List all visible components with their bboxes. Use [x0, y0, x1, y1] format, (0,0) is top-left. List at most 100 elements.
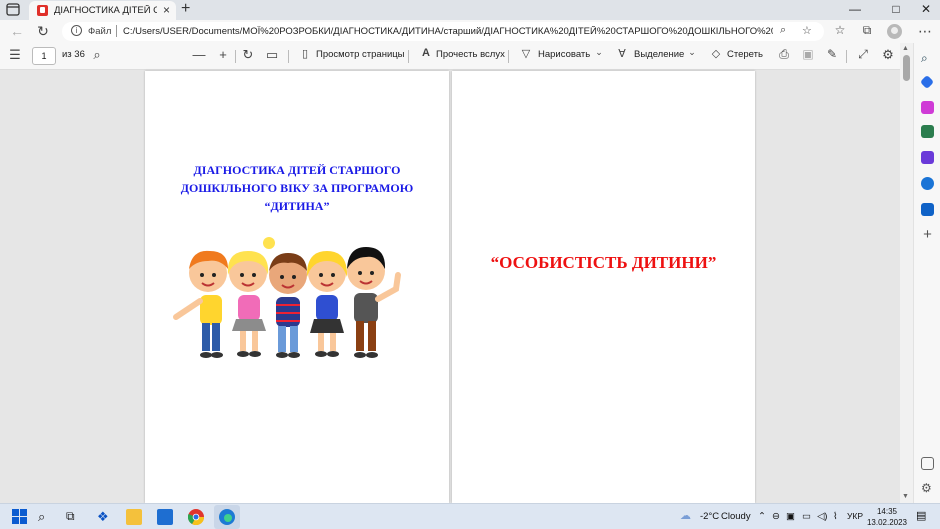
search-icon[interactable]: ⌕ — [921, 51, 934, 65]
collections-icon[interactable]: ⧉ — [858, 23, 876, 38]
scrollbar-thumb[interactable] — [903, 55, 910, 81]
erase-button[interactable]: Стереть — [727, 49, 763, 60]
network-icon[interactable]: ⌇ — [833, 511, 838, 522]
divider — [846, 50, 847, 63]
search-icon[interactable]: ⌕ — [780, 24, 786, 37]
tab-actions-icon[interactable] — [6, 3, 22, 17]
search-icon[interactable]: ⌕ — [38, 509, 54, 525]
divider — [116, 25, 117, 37]
draw-icon[interactable]: ▽ — [518, 47, 534, 60]
file-explorer-icon[interactable] — [126, 509, 142, 525]
windows-start-icon[interactable] — [12, 509, 28, 525]
page-view-button[interactable]: Просмотр страницы — [316, 49, 405, 60]
page-number-input[interactable]: 1 — [32, 47, 56, 65]
scheme-label: Файл — [88, 26, 112, 37]
divider — [508, 50, 509, 63]
zoom-in-button[interactable]: + — [215, 47, 231, 62]
print-icon[interactable]: ⎙ — [776, 47, 792, 62]
divider — [288, 50, 289, 63]
browser-tab-active[interactable]: ДІАГНОСТИКА ДІТЕЙ СТАРШОГ × — [29, 1, 176, 20]
outlook-icon[interactable] — [921, 203, 934, 216]
weather-temp[interactable]: -2°C — [700, 511, 719, 522]
chevron-down-icon[interactable]: ⌄ — [684, 47, 700, 58]
rotate-icon[interactable]: ↻ — [240, 47, 256, 63]
child-figure — [173, 250, 228, 358]
refresh-icon[interactable]: ↻ — [34, 23, 52, 40]
child-figure — [269, 253, 307, 358]
sidebar-settings-icon[interactable]: ⚙ — [921, 481, 934, 495]
page-view-icon[interactable]: ▯ — [297, 47, 313, 60]
minimize-button[interactable]: — — [845, 2, 865, 16]
maximize-button[interactable]: □ — [886, 2, 906, 16]
chevron-up-icon[interactable]: ⌃ — [758, 511, 766, 522]
new-tab-button[interactable]: + — [181, 0, 190, 18]
contents-icon[interactable]: ☰ — [7, 47, 23, 63]
weather-text[interactable]: Cloudy — [721, 511, 751, 522]
windows-taskbar: ⌕ ⧉ ❖ ☁ -2°C Cloudy ⌃ ⊖ ▣ ▭ ◁) ⌇ УКР 14:… — [0, 503, 940, 529]
profile-avatar[interactable] — [887, 24, 902, 39]
navigation-bar: ← ↻ i Файл C:/Users/USER/Documents/МОЇ%2… — [0, 20, 940, 43]
task-view-icon[interactable]: ⧉ — [66, 509, 82, 525]
cloud-icon: ☁ — [680, 510, 691, 522]
edge-drop-icon[interactable] — [921, 177, 934, 190]
eraser-icon[interactable]: ◇ — [708, 47, 724, 60]
pdf-page-2: “ОСОБИСТІСТЬ ДИТИНИ” — [452, 71, 755, 503]
favorites-icon[interactable]: ☆ — [831, 23, 849, 37]
clock-time: 14:35 — [876, 507, 898, 516]
tools-icon[interactable] — [921, 101, 934, 114]
edge-sidebar: ⌕ + ⚙ — [913, 43, 940, 503]
page-total: из 36 — [62, 49, 85, 60]
chrome-icon[interactable] — [187, 509, 205, 526]
favorite-add-icon[interactable]: ☆ — [802, 24, 812, 37]
read-aloud-icon[interactable]: A — [418, 47, 434, 59]
pdf-viewer[interactable]: ДІАГНОСТИКА ДІТЕЙ СТАРШОГО ДОШКІЛЬНОГО В… — [0, 71, 900, 503]
vertical-scrollbar[interactable]: ▲ ▼ — [900, 43, 913, 503]
scroll-down-icon[interactable]: ▼ — [902, 493, 909, 500]
tab-close-icon[interactable]: × — [163, 3, 170, 17]
notification-icon[interactable]: ▤ — [916, 509, 926, 522]
dropbox-icon[interactable]: ❖ — [97, 509, 113, 525]
edge-taskbar-button[interactable] — [214, 505, 240, 529]
tray-icon[interactable]: ▣ — [786, 511, 795, 522]
office-icon[interactable] — [921, 151, 934, 164]
section-title: “ОСОБИСТІСТЬ ДИТИНИ” — [490, 253, 717, 272]
more-menu-icon[interactable]: ⋯ — [916, 23, 934, 40]
find-icon[interactable]: ⌕ — [89, 47, 105, 63]
volume-icon[interactable]: ◁) — [817, 511, 827, 522]
info-icon[interactable]: i — [71, 25, 82, 36]
back-icon[interactable]: ← — [8, 23, 26, 39]
scroll-up-icon[interactable]: ▲ — [902, 45, 909, 52]
tray-icon[interactable]: ⊖ — [772, 511, 780, 522]
pdf-icon — [37, 5, 48, 16]
close-window-button[interactable]: ✕ — [916, 2, 936, 16]
read-aloud-button[interactable]: Прочесть вслух — [436, 49, 505, 60]
add-icon[interactable]: + — [921, 227, 934, 242]
save-icon[interactable]: ▣ — [800, 47, 816, 61]
child-figure — [227, 237, 275, 357]
games-icon[interactable] — [921, 125, 934, 138]
divider — [235, 50, 236, 63]
pdf-toolbar: ☰ 1 из 36 ⌕ — + ↻ ▭ ▯ Просмотр страницы … — [0, 43, 940, 70]
highlight-icon[interactable]: ∀ — [614, 47, 630, 60]
clock[interactable]: 14:35 13.02.2023 — [864, 506, 910, 528]
highlight-button[interactable]: Выделение — [634, 49, 684, 60]
shopping-tag-icon[interactable] — [919, 74, 935, 90]
address-bar[interactable]: i Файл C:/Users/USER/Documents/МОЇ%20РОЗ… — [62, 22, 824, 41]
chevron-down-icon[interactable]: ⌄ — [591, 47, 607, 58]
child-figure — [347, 247, 401, 358]
draw-button[interactable]: Нарисовать — [538, 49, 590, 60]
save-as-icon[interactable]: ✎ — [824, 47, 840, 61]
battery-icon[interactable]: ▭ — [802, 511, 811, 522]
fullscreen-icon[interactable]: ⤢ — [855, 47, 871, 62]
fit-page-icon[interactable]: ▭ — [264, 47, 280, 63]
language-indicator[interactable]: УКР — [847, 511, 863, 521]
mail-icon[interactable] — [157, 509, 173, 525]
pdf-page-1: ДІАГНОСТИКА ДІТЕЙ СТАРШОГО ДОШКІЛЬНОГО В… — [145, 71, 449, 503]
url-text[interactable]: C:/Users/USER/Documents/МОЇ%20РОЗРОБКИ/Д… — [123, 26, 773, 37]
sidebar-panel-icon[interactable] — [921, 457, 934, 470]
tab-strip: ДІАГНОСТИКА ДІТЕЙ СТАРШОГ × + — □ ✕ — [0, 0, 940, 20]
settings-gear-icon[interactable]: ⚙ — [880, 47, 896, 63]
document-title: ДІАГНОСТИКА ДІТЕЙ СТАРШОГО ДОШКІЛЬНОГО В… — [180, 163, 414, 213]
child-figure — [306, 251, 348, 357]
zoom-out-button[interactable]: — — [191, 47, 207, 62]
